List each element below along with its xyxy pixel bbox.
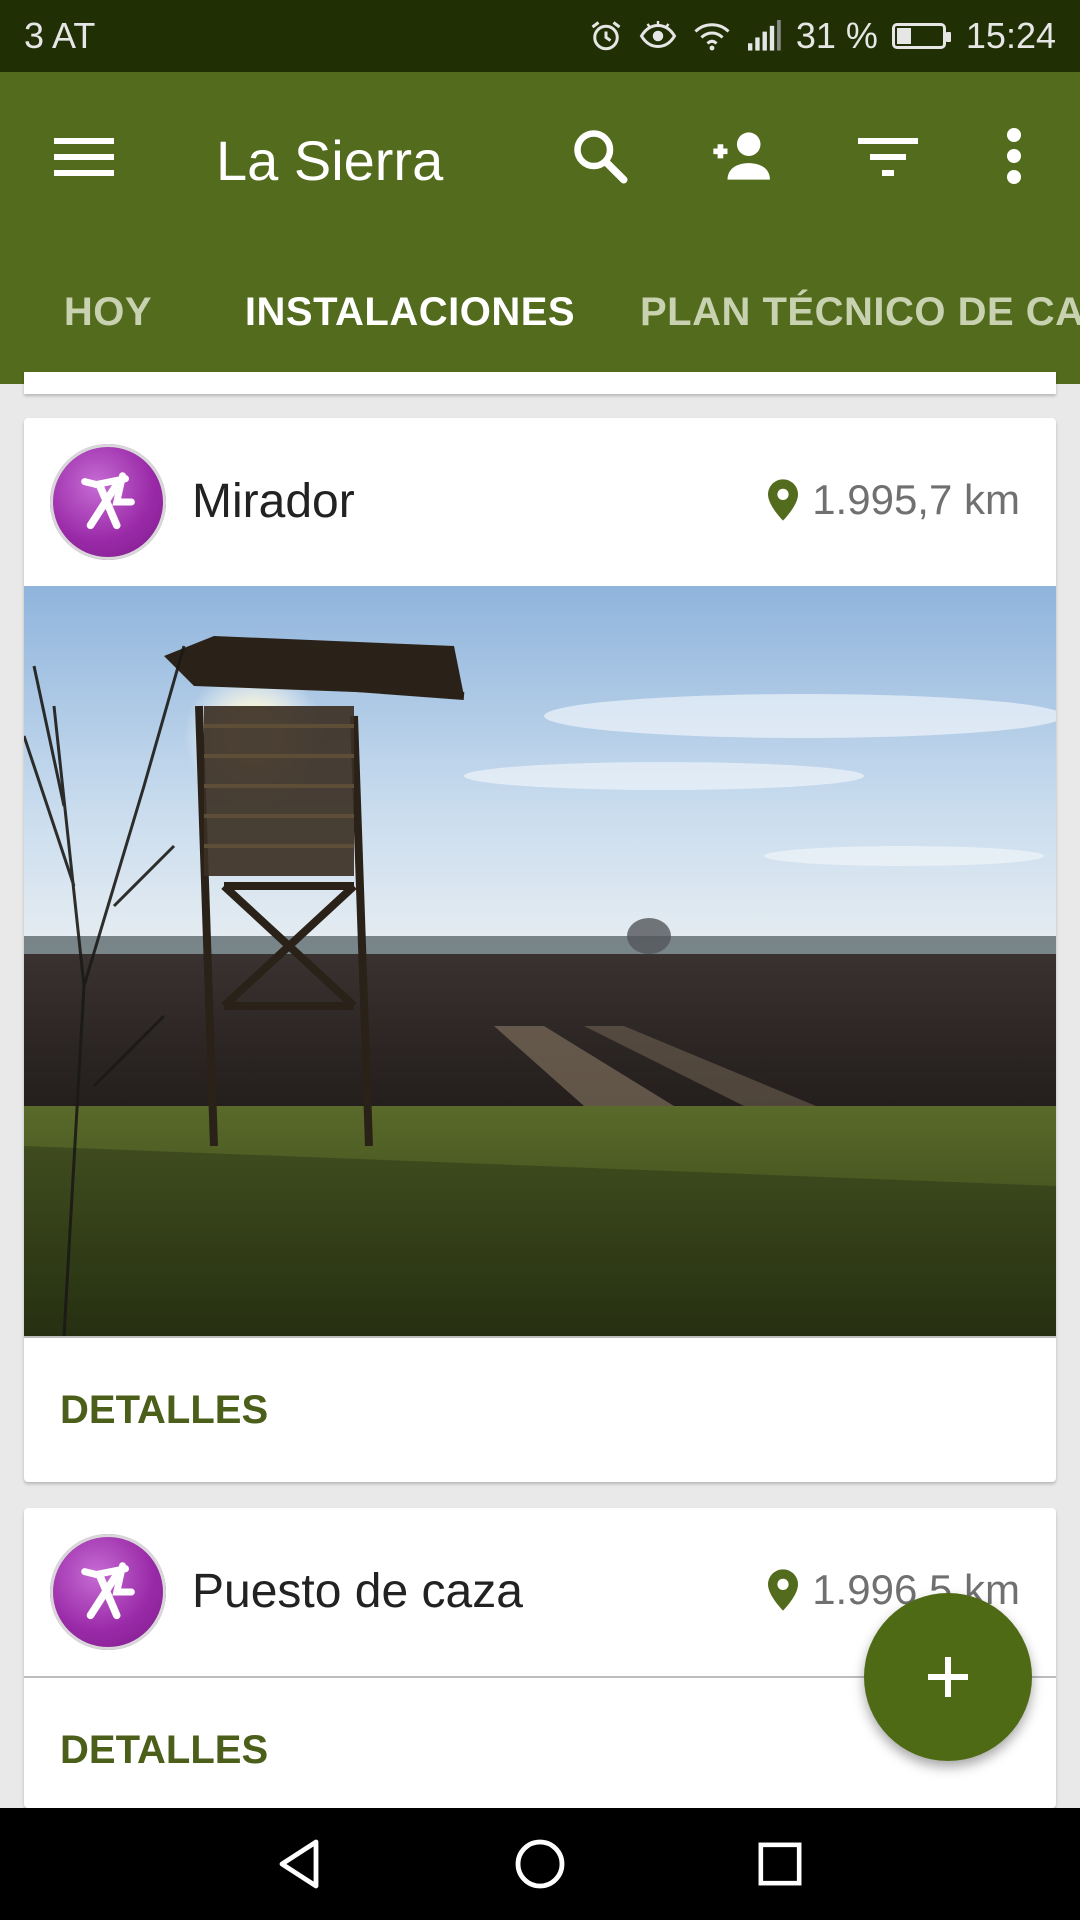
details-button[interactable]: DETALLES	[60, 1388, 268, 1433]
card-header[interactable]: Mirador 1.995,7 km	[24, 418, 1056, 586]
search-icon	[574, 130, 628, 184]
search-button[interactable]	[564, 120, 636, 192]
back-icon	[279, 1839, 319, 1889]
location-pin-icon	[768, 1569, 799, 1611]
add-person-icon	[713, 132, 770, 180]
toolbar: La Sierra	[0, 72, 1080, 240]
add-installation-fab[interactable]	[864, 1593, 1032, 1761]
alarm-icon	[588, 18, 624, 54]
details-button[interactable]: DETALLES	[60, 1728, 268, 1773]
carrier-label: 3 AT	[24, 15, 96, 56]
plus-icon	[928, 1657, 968, 1697]
wifi-icon	[692, 18, 732, 54]
installation-card: Mirador 1.995,7 km DETALLES	[24, 418, 1056, 1482]
tab-bar: HOY INSTALACIONES PLAN TÉCNICO DE CAZA	[0, 240, 1080, 384]
app-title: La Sierra	[216, 129, 444, 192]
status-bar: 3 AT 31 % 15:24	[0, 0, 1080, 72]
previous-card-edge	[24, 372, 1056, 394]
battery-icon	[891, 23, 951, 49]
add-person-button[interactable]	[708, 120, 780, 192]
more-vert-icon	[1007, 128, 1021, 184]
tab-instalaciones[interactable]: INSTALACIONES	[216, 240, 604, 384]
tab-hoy[interactable]: HOY	[0, 240, 216, 384]
hunting-stand-icon	[50, 1534, 166, 1650]
filter-icon	[858, 138, 918, 176]
distance-indicator: 1.995,7 km	[768, 476, 1020, 524]
card-actions: DETALLES	[24, 1336, 1056, 1482]
location-pin-icon	[768, 479, 799, 521]
hunting-stand-icon	[50, 444, 166, 560]
back-button[interactable]	[270, 1834, 330, 1894]
menu-icon	[54, 138, 114, 176]
battery-level-fill	[896, 28, 911, 44]
filter-button[interactable]	[852, 120, 924, 192]
recents-button[interactable]	[750, 1834, 810, 1894]
system-nav-bar	[0, 1808, 1080, 1920]
eye-icon	[638, 18, 678, 54]
battery-percent: 31 %	[795, 15, 878, 56]
card-title: Mirador	[192, 475, 355, 528]
app-bar: La Sierra HOY INSTALACIONES PLAN TÉCNICO…	[0, 72, 1080, 384]
recents-icon	[758, 1842, 802, 1886]
home-icon	[515, 1839, 565, 1889]
signal-icon	[746, 20, 782, 52]
more-options-button[interactable]	[978, 120, 1050, 192]
card-title: Puesto de caza	[192, 1565, 523, 1618]
clock: 15:24	[965, 15, 1056, 56]
distance-value: 1.995,7 km	[812, 476, 1020, 523]
menu-button[interactable]	[48, 120, 120, 192]
tab-plan-tecnico[interactable]: PLAN TÉCNICO DE CAZA	[640, 240, 1080, 384]
home-button[interactable]	[510, 1834, 570, 1894]
installation-photo[interactable]	[24, 586, 1056, 1336]
status-icons: 31 % 15:24	[588, 15, 1056, 57]
